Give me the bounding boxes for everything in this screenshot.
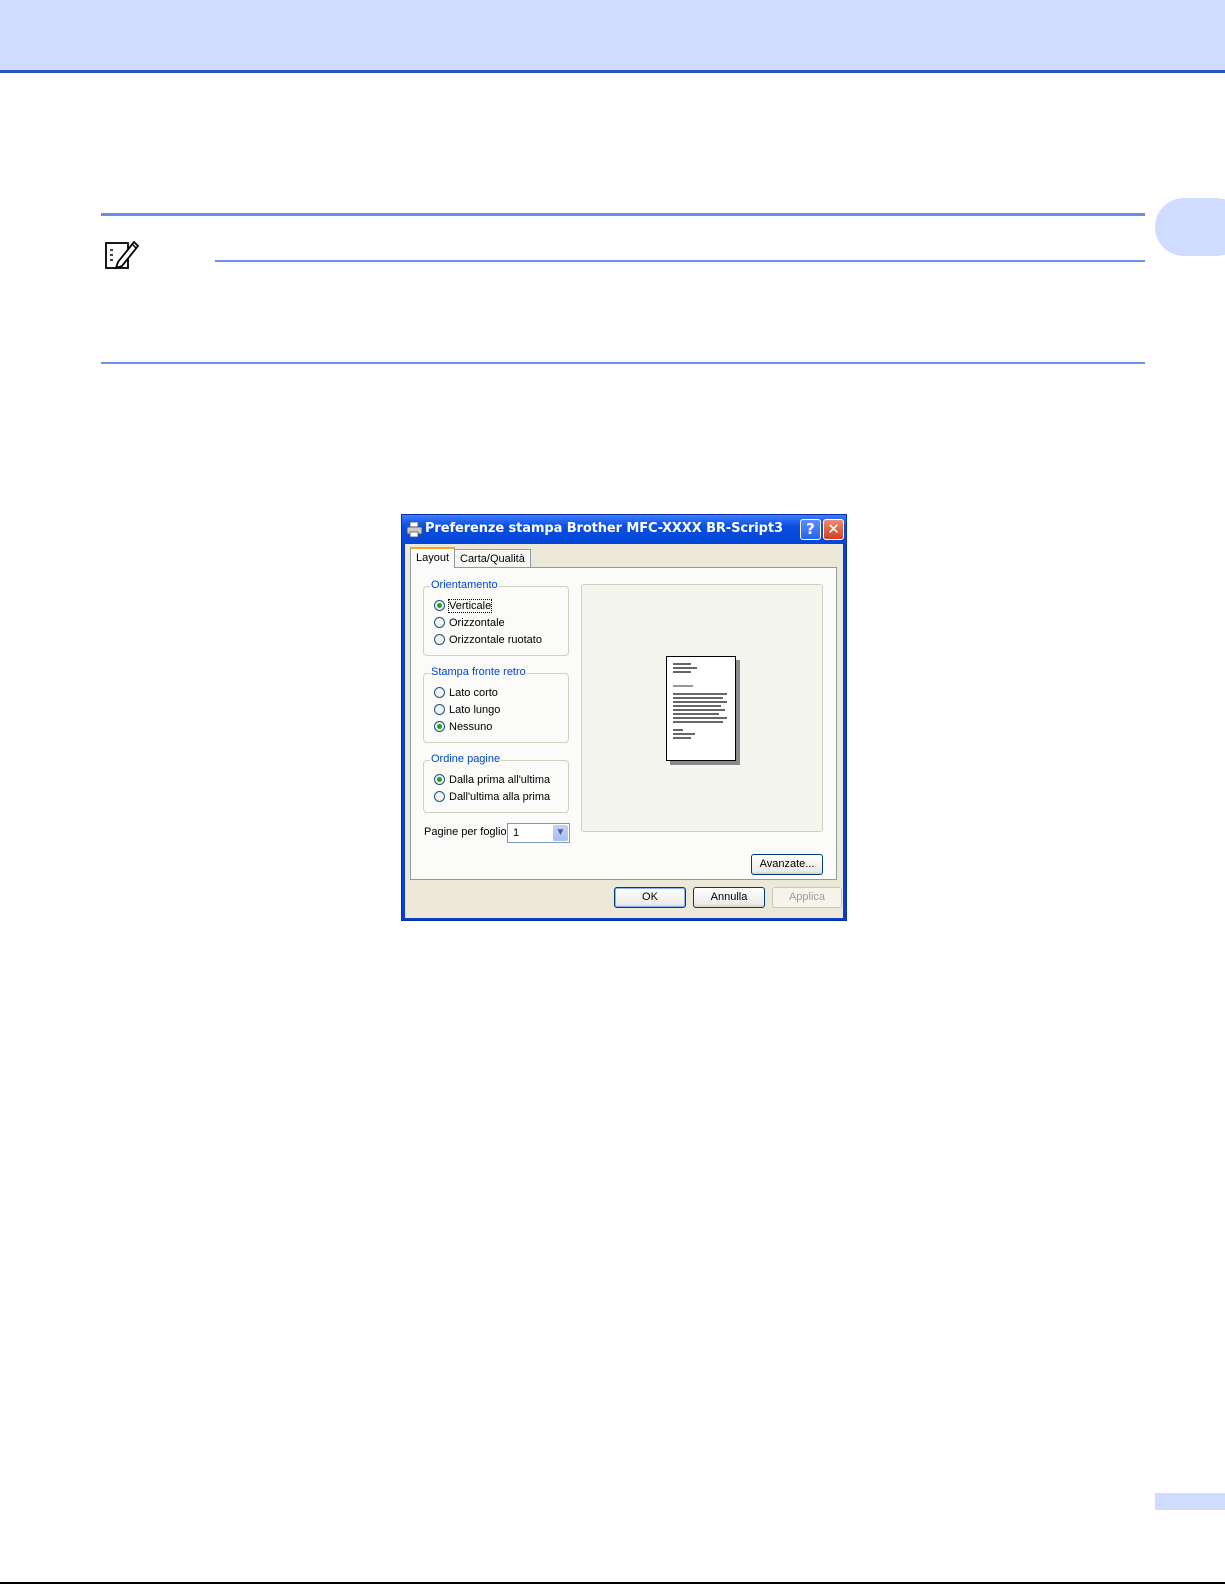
page-order-group-label: Ordine pagine: [430, 753, 502, 765]
radio-nessuno[interactable]: Nessuno: [434, 719, 492, 734]
radio-indicator[interactable]: [434, 600, 445, 611]
layout-tab-panel: Orientamento Verticale Orizzontale Orizz…: [410, 567, 837, 880]
radio-orizzontale[interactable]: Orizzontale: [434, 615, 505, 630]
layout-preview: [581, 584, 823, 832]
note-pencil-icon: [105, 240, 140, 270]
duplex-group: Stampa fronte retro Lato corto Lato lung…: [423, 666, 569, 743]
radio-lato-lungo[interactable]: Lato lungo: [434, 702, 500, 717]
pages-per-sheet-label: Pagine per foglio:: [424, 826, 510, 838]
duplex-group-label: Stampa fronte retro: [430, 666, 527, 678]
radio-indicator[interactable]: [434, 721, 445, 732]
cancel-button[interactable]: Annulla: [693, 887, 765, 908]
page-order-group: Ordine pagine Dalla prima all'ultima Dal…: [423, 753, 569, 813]
apply-button: Applica: [772, 887, 842, 908]
radio-label: Nessuno: [449, 720, 493, 733]
dialog-client-area: Layout Carta/Qualità Orientamento Vertic…: [405, 544, 843, 918]
radio-dalla-prima[interactable]: Dalla prima all'ultima: [434, 772, 550, 787]
radio-indicator[interactable]: [434, 791, 445, 802]
page-number-tab: [1155, 1493, 1225, 1510]
radio-indicator[interactable]: [434, 634, 445, 645]
orientation-group: Orientamento Verticale Orizzontale Orizz…: [423, 579, 569, 656]
radio-label: Orizzontale: [449, 616, 505, 629]
radio-indicator[interactable]: [434, 704, 445, 715]
radio-label: Dall'ultima alla prima: [449, 790, 551, 803]
radio-indicator[interactable]: [434, 774, 445, 785]
radio-label: Lato lungo: [449, 703, 501, 716]
dialog-title: Preferenze stampa Brother MFC-XXXX BR-Sc…: [425, 521, 783, 536]
advanced-button[interactable]: Avanzate...: [751, 854, 823, 875]
paper-preview-icon: [666, 656, 736, 761]
chapter-tab: [1155, 198, 1225, 256]
radio-indicator[interactable]: [434, 617, 445, 628]
ok-button[interactable]: OK: [614, 887, 686, 908]
pages-per-sheet-select[interactable]: 1 ▼: [507, 823, 570, 843]
page-header-band: [0, 0, 1225, 73]
note-top-rule: [101, 213, 1145, 216]
dialog-titlebar[interactable]: Preferenze stampa Brother MFC-XXXX BR-Sc…: [402, 515, 846, 544]
radio-label: Lato corto: [449, 686, 498, 699]
radio-orizzontale-ruotato[interactable]: Orizzontale ruotato: [434, 632, 542, 647]
tab-carta-qualita[interactable]: Carta/Qualità: [454, 549, 531, 567]
chevron-down-icon[interactable]: ▼: [553, 825, 568, 841]
radio-label: Dalla prima all'ultima: [449, 773, 551, 786]
pages-per-sheet-value: 1: [513, 827, 520, 839]
printer-icon: [406, 521, 423, 538]
close-button[interactable]: ✕: [823, 519, 844, 540]
printing-preferences-dialog: Preferenze stampa Brother MFC-XXXX BR-Sc…: [401, 514, 847, 921]
note-bottom-rule: [101, 362, 1145, 364]
radio-label: Orizzontale ruotato: [449, 633, 542, 646]
note-inner-rule: [215, 260, 1145, 262]
tab-layout[interactable]: Layout: [410, 547, 456, 568]
orientation-group-label: Orientamento: [430, 579, 499, 591]
help-button[interactable]: ?: [800, 519, 821, 540]
footer-rule: [0, 1582, 1225, 1584]
radio-lato-corto[interactable]: Lato corto: [434, 685, 498, 700]
radio-dall-ultima[interactable]: Dall'ultima alla prima: [434, 789, 550, 804]
radio-verticale[interactable]: Verticale: [434, 598, 493, 613]
radio-indicator[interactable]: [434, 687, 445, 698]
radio-label: Verticale: [447, 598, 493, 613]
